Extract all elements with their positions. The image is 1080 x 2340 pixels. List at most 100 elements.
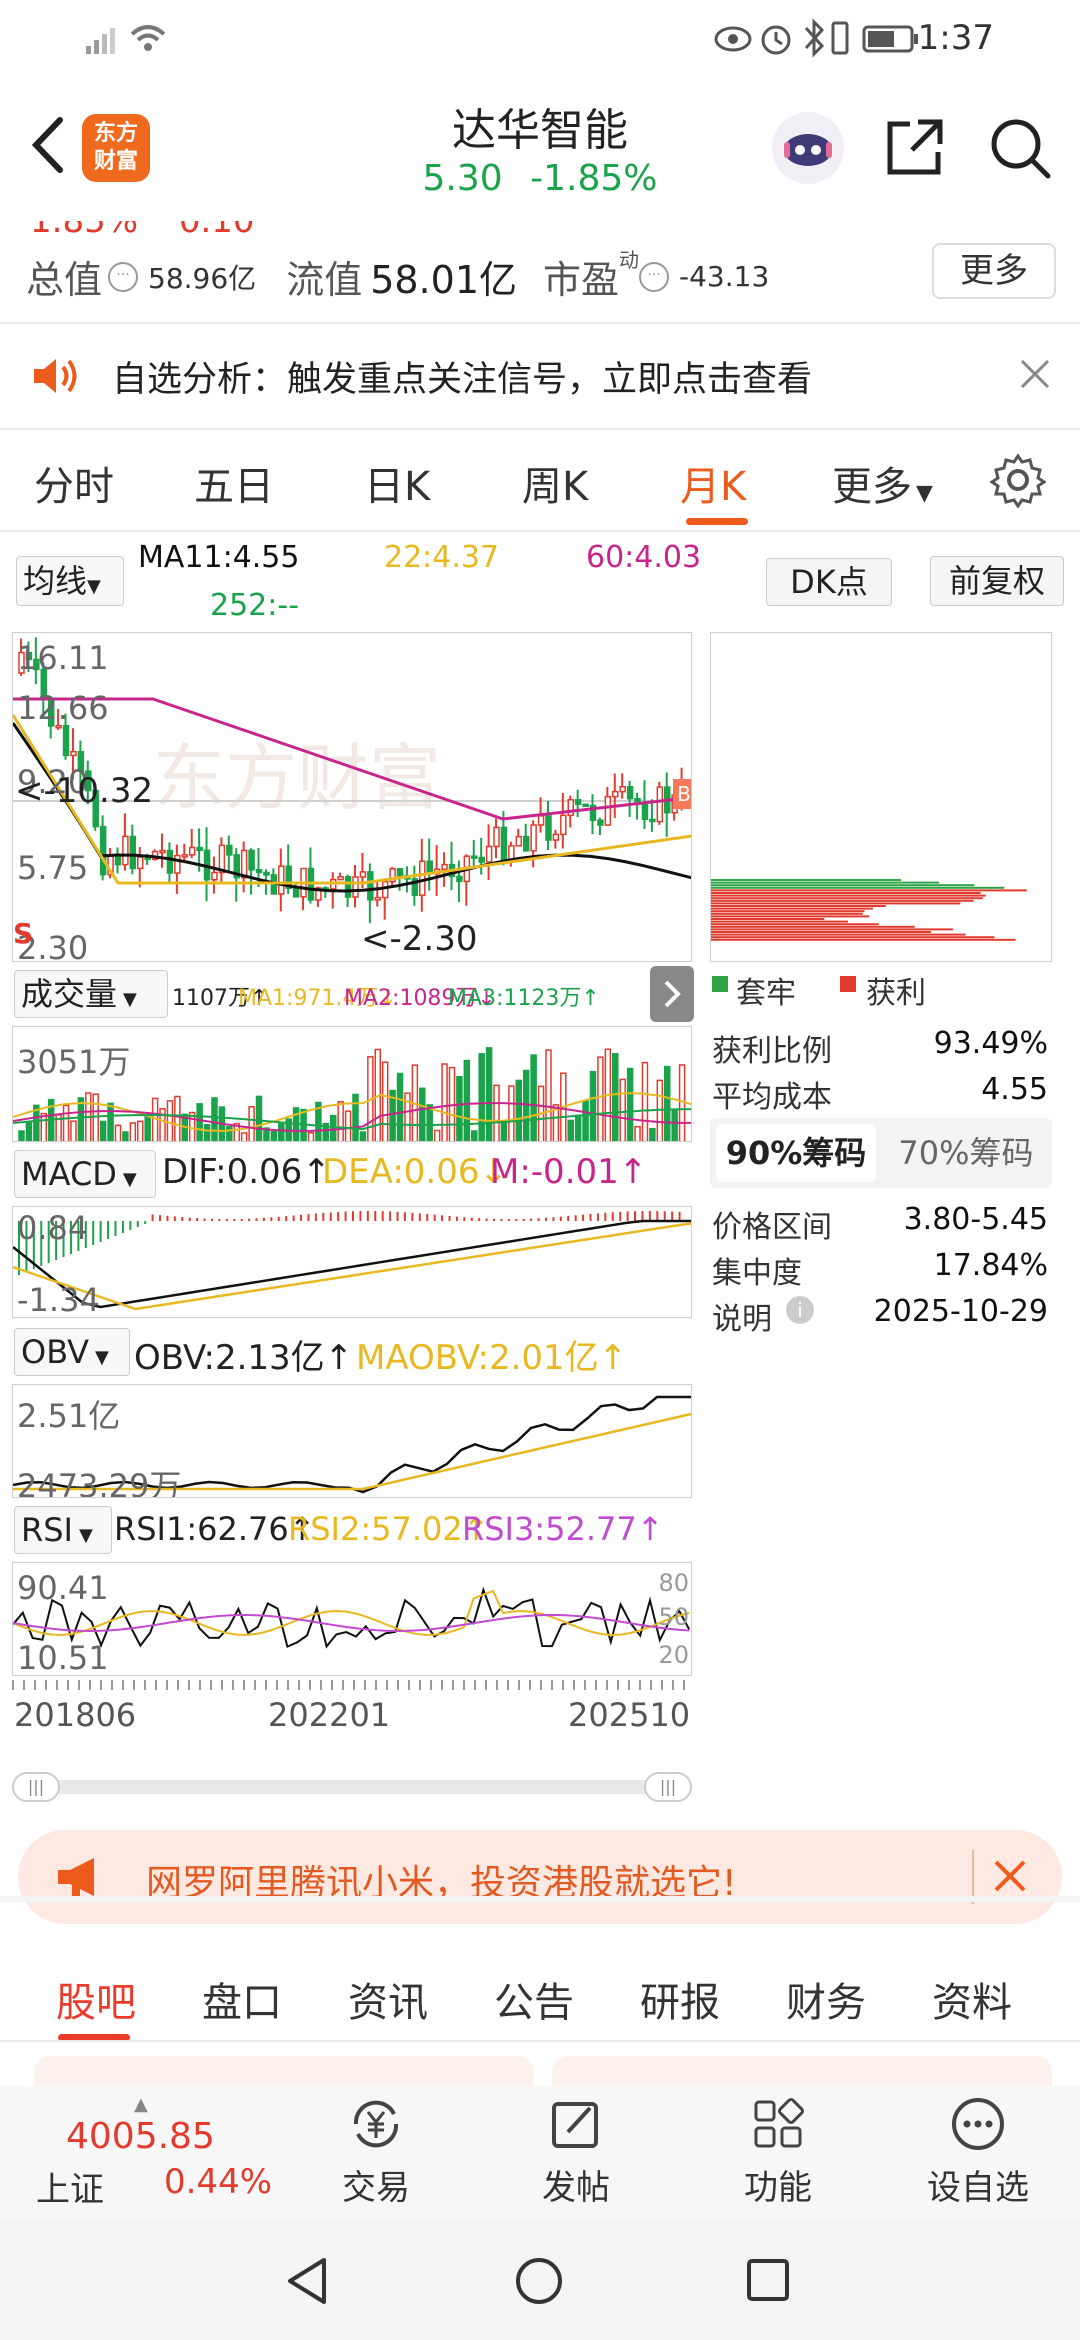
card-preview-right	[552, 2056, 1052, 2086]
expand-arrow-icon[interactable]	[650, 966, 694, 1022]
tab-five-day[interactable]: 五日	[194, 454, 274, 512]
tab-order-book[interactable]: 盘口	[202, 1970, 282, 2028]
close-icon[interactable]	[1018, 357, 1052, 391]
candle-body	[70, 750, 77, 757]
tab-research[interactable]: 研报	[640, 1970, 720, 2028]
x-label-start: 201806	[14, 1696, 137, 1734]
ad-close-icon[interactable]	[992, 1858, 1028, 1894]
obv-selector-label: OBV	[21, 1333, 90, 1371]
volume-bar	[300, 1108, 307, 1141]
tab-intraday[interactable]: 分时	[34, 454, 114, 512]
bottom-toolbar: ▲ 4005.85 上证 0.44% 交易 发帖 功能 设自选	[0, 2086, 1080, 2218]
tab-monthly-k[interactable]: 月K	[680, 454, 746, 512]
tab-financials[interactable]: 财务	[786, 1970, 866, 2028]
chip-bar	[711, 907, 873, 910]
add-watchlist-button[interactable]: 设自选	[908, 2096, 1048, 2209]
volume-bar	[203, 1124, 211, 1141]
volume-bar	[344, 1110, 352, 1141]
search-icon[interactable]	[988, 116, 1052, 180]
eye-icon	[714, 24, 752, 54]
dropdown-triangle-icon: ▼	[916, 481, 933, 506]
volume-bar	[612, 1052, 619, 1141]
tab-announcements[interactable]: 公告	[494, 1970, 574, 2028]
share-icon[interactable]	[884, 116, 946, 178]
candle-body	[240, 849, 248, 879]
chip-distribution-chart[interactable]	[710, 632, 1052, 962]
tab-chip-70[interactable]: 70%筹码	[886, 1124, 1046, 1182]
range-left-handle[interactable]: |||	[12, 1772, 60, 1802]
candle-body	[374, 896, 382, 901]
function-button[interactable]: 功能	[708, 2096, 848, 2209]
volume-bar	[196, 1103, 203, 1141]
hk-stock-ad-banner[interactable]: 网罗阿里腾讯小米，投资港股就选它!	[18, 1830, 1062, 1924]
index-name: 上证	[36, 2170, 104, 2210]
tab-forum[interactable]: 股吧	[56, 1970, 136, 2028]
more-dots-icon	[948, 2096, 1008, 2152]
volume-bar	[671, 1108, 678, 1141]
chip-bar	[711, 923, 879, 926]
volume-bar	[663, 1065, 671, 1141]
macd-selector[interactable]: MACD ▼	[14, 1150, 156, 1198]
candlestick-chart[interactable]: 东方财富 16.11 12.66 9.20 5.75 2.30 <-10.32 …	[12, 632, 692, 962]
nav-home-icon[interactable]	[514, 2256, 564, 2306]
collapse-caret-icon[interactable]: ▲	[134, 2094, 148, 2115]
macd-chart[interactable]: 0.84 -1.34	[12, 1206, 692, 1318]
volume-bar	[426, 1104, 433, 1141]
settings-gear-icon[interactable]	[989, 452, 1047, 509]
rsi-chart[interactable]: 90.41 10.51 80 50 20	[12, 1562, 692, 1676]
candle-body	[114, 855, 122, 866]
volume-chart[interactable]: 3051万	[12, 1026, 692, 1142]
trade-label: 交易	[342, 2168, 410, 2208]
candle-body	[471, 855, 478, 859]
chip-svg	[711, 879, 1027, 941]
post-button[interactable]: 发帖	[506, 2096, 646, 2209]
tab-more[interactable]: 更多 ▼	[832, 454, 933, 512]
range-right-handle[interactable]: |||	[644, 1772, 692, 1802]
nav-recents-icon[interactable]	[746, 2258, 790, 2302]
dk-point-button[interactable]: DK点	[766, 558, 892, 606]
volume-bar	[151, 1097, 159, 1141]
rsi-selector[interactable]: RSI ▼	[14, 1506, 112, 1554]
index-value: 4005.85	[66, 2116, 215, 2157]
nav-back-icon[interactable]	[284, 2256, 330, 2306]
volume-bar	[634, 1125, 641, 1141]
profit-ratio-value: 93.49%	[933, 1026, 1048, 1061]
range-scrollbar[interactable]: ||| |||	[12, 1772, 692, 1802]
info-dots-icon-2[interactable]: ···	[639, 261, 670, 292]
obv-chart[interactable]: 2.51亿 2473.29万	[12, 1384, 692, 1498]
system-nav-bar	[0, 2218, 1080, 2340]
candle-body	[166, 849, 174, 874]
alert-banner[interactable]: 自选分析：触发重点关注信号，立即点击查看	[0, 325, 1080, 425]
tab-profile[interactable]: 资料	[932, 1970, 1012, 2028]
candle-body	[441, 863, 448, 871]
obv-selector[interactable]: OBV ▼	[14, 1328, 130, 1376]
volume-bar	[589, 1070, 597, 1141]
grid-apps-icon	[748, 2096, 808, 2152]
concentration-value: 17.84%	[933, 1248, 1048, 1283]
macd-selector-label: MACD	[21, 1155, 117, 1193]
rsi1-line	[13, 1586, 691, 1649]
adjust-mode-button[interactable]: 前复权	[930, 556, 1064, 606]
alarm-icon	[758, 20, 794, 56]
high-price-marker: <-10.32	[15, 771, 154, 811]
tab-weekly-k[interactable]: 周K	[522, 454, 588, 512]
ma-selector[interactable]: 均线▼	[16, 556, 124, 606]
tab-news[interactable]: 资讯	[348, 1970, 428, 2028]
candle-body	[352, 876, 359, 898]
buy-badge: B	[673, 779, 691, 809]
candle-body	[649, 818, 656, 823]
vibrate-icon	[826, 20, 854, 56]
volume-selector[interactable]: 成交量 ▼	[14, 970, 168, 1018]
info-icon[interactable]: i	[786, 1296, 814, 1324]
assistant-robot-icon[interactable]	[768, 108, 848, 188]
ma-252-value: 252:--	[210, 588, 300, 623]
trade-button[interactable]: 交易	[306, 2096, 446, 2209]
more-stats-button[interactable]: 更多	[932, 243, 1056, 299]
candle-body	[359, 871, 367, 878]
info-dots-icon[interactable]: ···	[108, 261, 139, 292]
ma-11-value: MA11:4.55	[138, 540, 300, 575]
tab-chip-90[interactable]: 90%筹码	[716, 1124, 876, 1182]
dropdown-triangle-icon: ▼	[123, 989, 137, 1010]
status-bar: 1:37	[0, 0, 1080, 80]
tab-daily-k[interactable]: 日K	[364, 454, 430, 512]
